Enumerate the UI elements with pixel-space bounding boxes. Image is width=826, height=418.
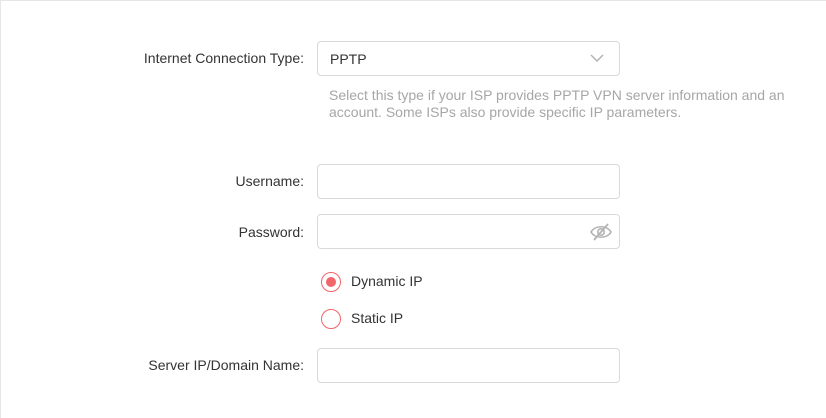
password-label: Password: <box>238 224 304 240</box>
server-label: Server IP/Domain Name: <box>148 357 304 373</box>
connection-type-label: Internet Connection Type: <box>143 50 304 66</box>
server-input[interactable] <box>317 348 620 383</box>
connection-type-hint: Select this type if your ISP provides PP… <box>329 87 785 120</box>
username-label: Username: <box>235 173 304 189</box>
connection-type-select[interactable]: PPTP <box>317 41 620 76</box>
connection-type-value: PPTP <box>330 51 367 67</box>
password-input[interactable] <box>317 214 620 249</box>
radio-button-checked[interactable] <box>321 272 341 292</box>
dynamic-ip-label: Dynamic IP <box>351 273 423 289</box>
eye-slash-icon[interactable] <box>589 222 613 242</box>
settings-panel: Internet Connection Type: PPTP Select th… <box>0 0 826 418</box>
static-ip-label: Static IP <box>351 310 404 326</box>
username-input[interactable] <box>317 164 620 199</box>
chevron-down-icon <box>590 54 604 63</box>
radio-button-unchecked[interactable] <box>321 309 341 329</box>
